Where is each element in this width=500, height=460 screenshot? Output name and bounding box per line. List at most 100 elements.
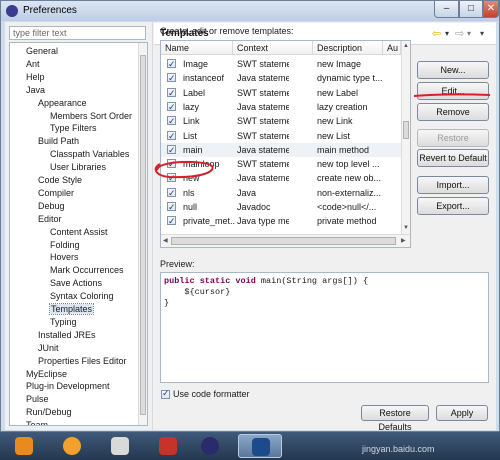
title-bar[interactable]: Preferences – □ ✕ — [1, 1, 499, 21]
tree-item[interactable]: Plug-in Development — [26, 380, 110, 392]
table-hscroll-thumb[interactable] — [171, 237, 396, 245]
taskbar-item-eclipse[interactable] — [188, 434, 232, 458]
preview-code-area[interactable]: public static void main(String args[]) {… — [160, 272, 489, 383]
taskbar-item-myeclipse[interactable] — [238, 434, 282, 458]
use-code-formatter-label[interactable]: Use code formatter — [173, 389, 250, 399]
table-row[interactable]: instanceof Java statements dynamic type t.… — [161, 71, 401, 85]
tree-item[interactable]: Content Assist — [50, 226, 108, 238]
tree-scroll-thumb[interactable] — [140, 55, 146, 415]
enabled-checkbox[interactable] — [167, 143, 176, 157]
tree-scrollbar[interactable] — [138, 43, 147, 425]
taskbar-item-flash[interactable] — [146, 434, 190, 458]
remove-button[interactable]: Remove — [417, 103, 489, 121]
taskbar-item-media-player[interactable] — [2, 434, 46, 458]
tree-item[interactable]: Members Sort Order — [50, 110, 132, 122]
tree-item[interactable]: Installed JREs — [38, 329, 96, 341]
tree-item[interactable]: Editor — [38, 213, 62, 225]
table-vertical-scrollbar[interactable]: ▲ ▼ — [401, 41, 410, 234]
uc-browser-icon — [63, 437, 81, 455]
tree-item[interactable]: Templates — [48, 303, 95, 315]
enabled-checkbox[interactable] — [167, 214, 176, 228]
restore-removed-button[interactable]: Restore Removed — [417, 129, 489, 159]
pane-divider[interactable] — [152, 22, 153, 430]
scroll-up-arrow-icon[interactable]: ▲ — [403, 43, 409, 49]
tree-item[interactable]: Java — [26, 84, 45, 96]
enabled-checkbox[interactable] — [167, 157, 176, 171]
tree-item[interactable]: Ant — [26, 58, 40, 70]
taskbar-item-tool[interactable] — [98, 434, 142, 458]
table-row[interactable]: Link SWT statements new Link — [161, 114, 401, 128]
table-row[interactable]: Label SWT statements new Label — [161, 86, 401, 100]
back-arrow-icon[interactable]: ⇦ — [432, 27, 441, 40]
close-button[interactable]: ✕ — [483, 1, 499, 18]
tree-item[interactable]: Properties Files Editor — [38, 355, 127, 367]
tree-item[interactable]: Type Filters — [50, 122, 97, 134]
tree-item[interactable]: Syntax Coloring — [50, 290, 114, 302]
table-row[interactable]: lazy Java statements lazy creation — [161, 100, 401, 114]
tree-item[interactable]: JUnit — [38, 342, 59, 354]
tree-item[interactable]: Typing — [50, 316, 77, 328]
enabled-checkbox[interactable] — [167, 129, 176, 143]
enabled-checkbox[interactable] — [167, 71, 176, 85]
scroll-down-arrow-icon[interactable]: ▼ — [403, 225, 409, 231]
taskbar-item-uc-browser[interactable] — [50, 434, 94, 458]
column-header-context[interactable]: Context — [233, 41, 313, 55]
tree-item[interactable]: Compiler — [38, 187, 74, 199]
table-row[interactable]: null Javadoc <code>null</... — [161, 200, 401, 214]
enabled-checkbox[interactable] — [167, 57, 176, 71]
apply-button[interactable]: Apply — [436, 405, 488, 421]
table-vscroll-thumb[interactable] — [403, 121, 409, 139]
enabled-checkbox[interactable] — [167, 200, 176, 214]
tree-item[interactable]: Code Style — [38, 174, 82, 186]
minimize-button[interactable]: – — [434, 1, 459, 18]
tree-item[interactable]: Help — [26, 71, 45, 83]
enabled-checkbox[interactable] — [167, 100, 176, 114]
enabled-checkbox[interactable] — [167, 86, 176, 100]
column-header-description[interactable]: Description — [313, 41, 383, 55]
enabled-checkbox[interactable] — [167, 114, 176, 128]
table-row[interactable]: nls Java non-externaliz... — [161, 186, 401, 200]
templates-table[interactable]: Name Context Description Au ▲ ▼ ◀ ▶ Imag… — [160, 40, 411, 248]
filter-input[interactable] — [9, 26, 146, 40]
tree-item[interactable]: User Libraries — [50, 161, 106, 173]
revert-to-default-button[interactable]: Revert to Default — [417, 149, 489, 167]
maximize-button[interactable]: □ — [459, 1, 483, 18]
import-button[interactable]: Import... — [417, 176, 489, 194]
use-code-formatter-checkbox[interactable] — [161, 388, 170, 399]
back-dropdown-icon[interactable]: ▾ — [445, 29, 449, 38]
preferences-tree[interactable]: General Ant Help Java Appearance Members Sort… — [9, 42, 148, 426]
column-header-name[interactable]: Name — [161, 41, 233, 55]
tree-item[interactable]: Classpath Variables — [50, 148, 129, 160]
forward-dropdown-icon[interactable]: ▾ — [467, 29, 471, 38]
forward-arrow-icon[interactable]: ⇨ — [455, 27, 464, 40]
restore-defaults-button[interactable]: Restore Defaults — [361, 405, 429, 432]
tree-item[interactable]: Appearance — [38, 97, 87, 109]
enabled-checkbox[interactable] — [167, 186, 176, 200]
view-menu-icon[interactable]: ▾ — [480, 29, 484, 38]
tree-item[interactable]: Hovers — [50, 251, 79, 263]
table-row[interactable]: private_met...Java type memb... private m… — [161, 214, 401, 228]
tree-item[interactable]: General — [26, 45, 58, 57]
tree-item[interactable]: Debug — [38, 200, 65, 212]
table-row[interactable]: new Java statements create new ob... — [161, 171, 401, 185]
table-row[interactable]: List SWT statements new List — [161, 129, 401, 143]
column-header-auto-insert[interactable]: Au — [383, 41, 401, 55]
tree-item[interactable]: MyEclipse — [26, 368, 67, 380]
table-row[interactable]: Image SWT statements new Image — [161, 57, 401, 71]
scroll-right-arrow-icon[interactable]: ▶ — [401, 237, 406, 244]
table-row[interactable]: mainloop SWT statements new top level ... — [161, 157, 401, 171]
tree-item[interactable]: Mark Occurrences — [50, 264, 124, 276]
edit-button[interactable]: Edit... — [417, 82, 489, 100]
table-horizontal-scrollbar[interactable]: ◀ ▶ — [161, 234, 410, 247]
scroll-left-arrow-icon[interactable]: ◀ — [163, 237, 168, 244]
tree-item[interactable]: Save Actions — [50, 277, 102, 289]
export-button[interactable]: Export... — [417, 197, 489, 215]
tree-item[interactable]: Build Path — [38, 135, 79, 147]
tree-item[interactable]: Folding — [50, 239, 80, 251]
tree-item[interactable]: Pulse — [26, 393, 49, 405]
table-row[interactable]: main Java statements main method — [161, 142, 401, 157]
tree-item[interactable]: Team — [26, 419, 48, 425]
enabled-checkbox[interactable] — [167, 171, 176, 185]
tree-item[interactable]: Run/Debug — [26, 406, 72, 418]
new-button[interactable]: New... — [417, 61, 489, 79]
